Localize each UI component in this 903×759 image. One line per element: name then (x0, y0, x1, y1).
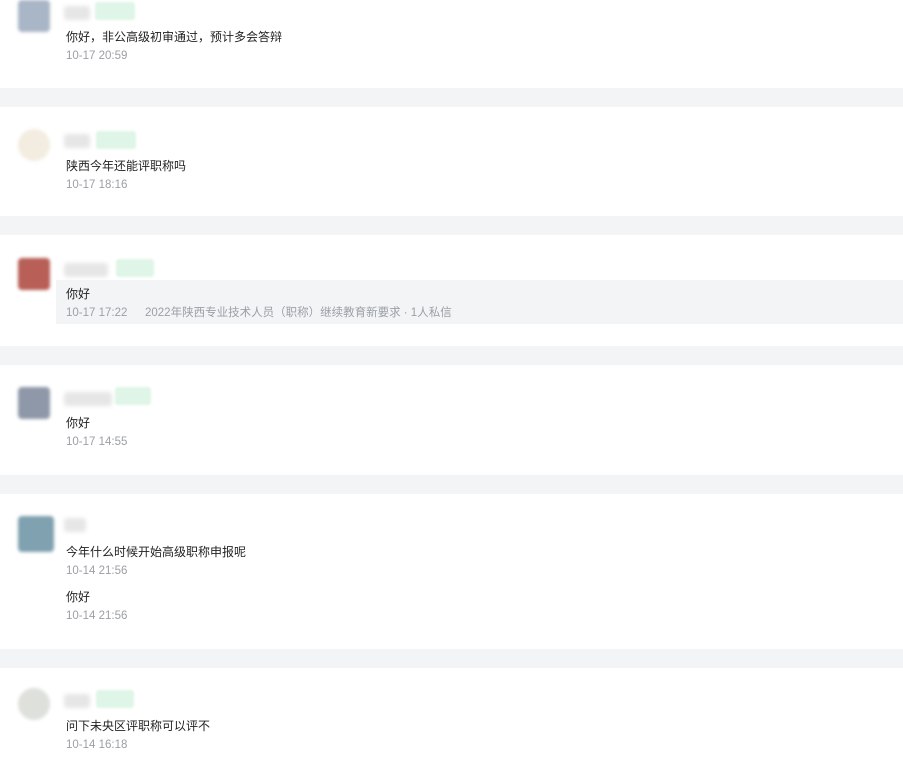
sender-name[interactable] (64, 694, 90, 708)
avatar[interactable] (18, 516, 54, 552)
message-card[interactable]: 问下未央区评职称可以评不 10-14 16:18 (0, 668, 903, 759)
message-card[interactable]: 今年什么时候开始高级职称申报呢 10-14 21:56 你好 10-14 21:… (0, 494, 903, 649)
message-text: 问下未央区评职称可以评不 (66, 719, 211, 733)
message-time: 10-17 18:16 (66, 179, 128, 191)
sender-name[interactable] (64, 392, 112, 406)
sender-name[interactable] (64, 263, 108, 277)
sender-name[interactable] (64, 134, 90, 148)
sender-badge (115, 387, 151, 405)
avatar[interactable] (18, 129, 50, 161)
message-list: 你好，非公高级初审通过，预计多会答辩 10-17 20:59 陕西今年还能评职称… (0, 0, 903, 759)
message-time: 10-14 16:18 (66, 739, 128, 751)
message-text: 今年什么时候开始高级职称申报呢 (66, 545, 247, 559)
avatar[interactable] (18, 258, 50, 290)
followup-message-text: 你好 (66, 590, 91, 604)
message-text: 你好 (66, 287, 91, 301)
message-text: 陕西今年还能评职称吗 (66, 159, 187, 173)
sender-name[interactable] (64, 518, 86, 532)
avatar[interactable] (18, 387, 50, 419)
followup-message-time: 10-14 21:56 (66, 610, 128, 622)
message-time: 10-17 20:59 (66, 50, 128, 62)
message-time: 10-14 21:56 (66, 565, 128, 577)
sender-badge (95, 2, 135, 20)
message-text: 你好 (66, 416, 91, 430)
sender-name[interactable] (64, 6, 90, 20)
sender-badge (116, 259, 154, 277)
message-text: 你好，非公高级初审通过，预计多会答辩 (66, 30, 283, 44)
message-time: 10-17 17:22 (66, 307, 128, 319)
message-card[interactable]: 你好，非公高级初审通过，预计多会答辩 10-17 20:59 (0, 0, 903, 88)
source-link[interactable]: 2022年陕西专业技术人员（职称）继续教育新要求 · 1人私信 (145, 306, 452, 320)
sender-badge (96, 131, 136, 149)
message-card[interactable]: 陕西今年还能评职称吗 10-17 18:16 (0, 107, 903, 216)
message-card[interactable]: 你好 10-17 17:22 2022年陕西专业技术人员（职称）继续教育新要求 … (0, 235, 903, 346)
sender-badge (96, 690, 134, 708)
message-card[interactable]: 你好 10-17 14:55 (0, 365, 903, 475)
avatar[interactable] (18, 0, 50, 32)
avatar[interactable] (18, 688, 50, 720)
message-time: 10-17 14:55 (66, 436, 128, 448)
